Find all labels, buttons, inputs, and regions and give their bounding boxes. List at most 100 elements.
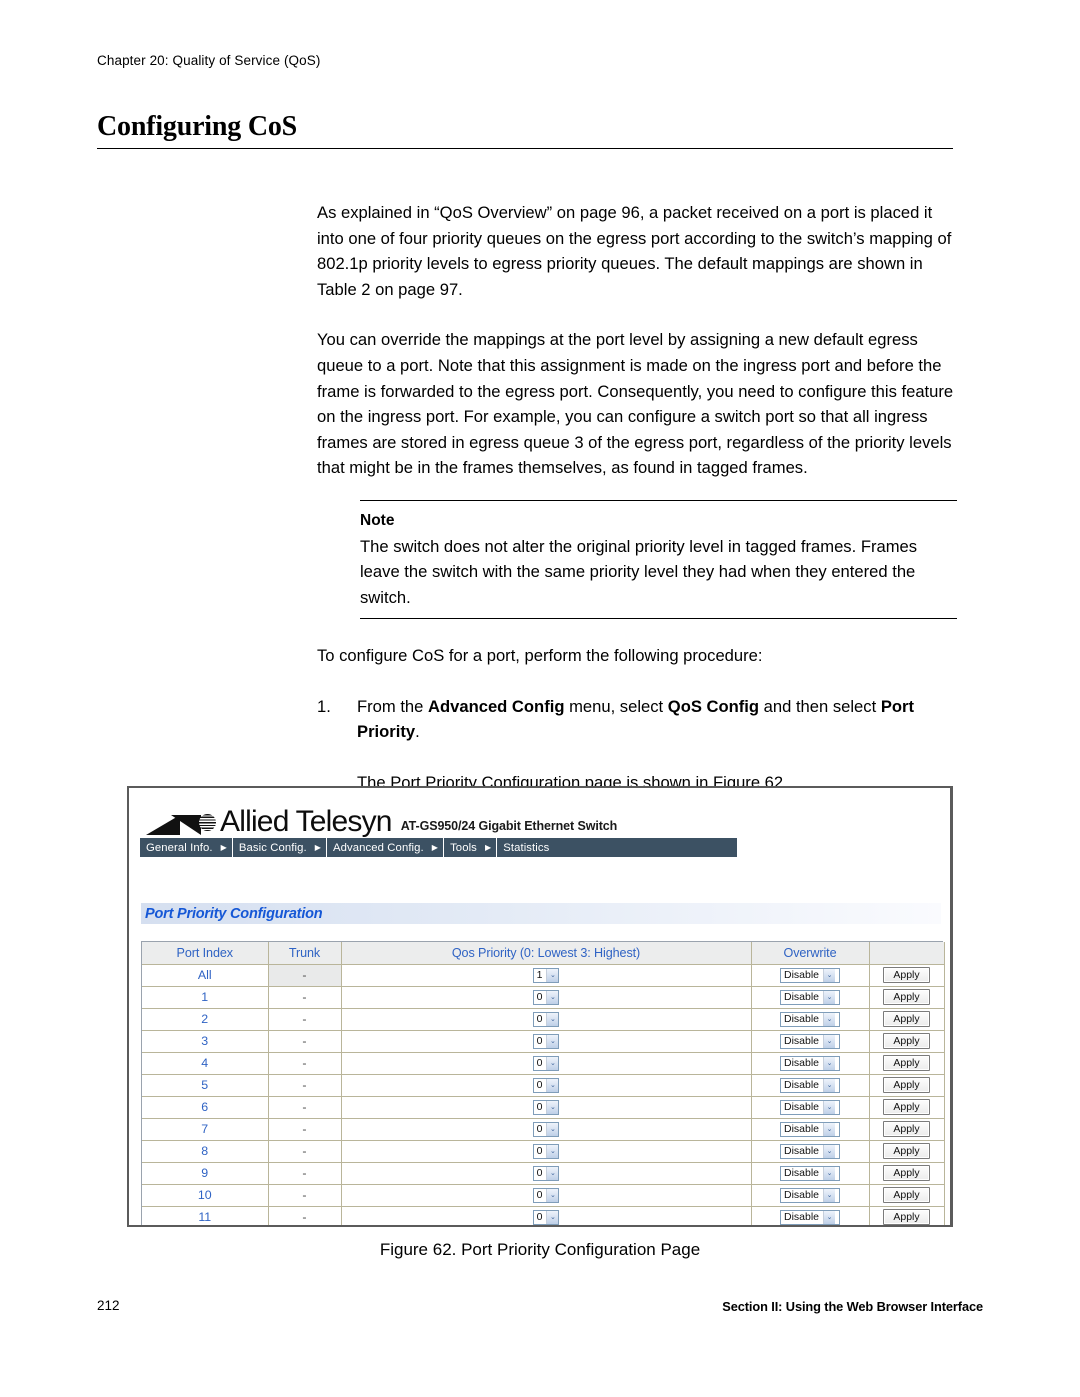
page-title: Configuring CoS <box>97 111 298 142</box>
chevron-down-icon[interactable]: ⌄ <box>823 1078 836 1092</box>
chevron-down-icon[interactable]: ⌄ <box>823 1210 836 1224</box>
overwrite-select[interactable]: Disable ⌄ <box>780 1055 840 1071</box>
chevron-down-icon[interactable]: ⌄ <box>546 1012 559 1026</box>
nav-item-basic-config[interactable]: Basic Config. ▶ <box>233 838 328 857</box>
cell-action: Apply <box>869 1206 945 1225</box>
qos-priority-select[interactable]: 1 ⌄ <box>532 967 560 983</box>
chevron-down-icon[interactable]: ⌄ <box>546 1100 559 1114</box>
apply-button[interactable]: Apply <box>883 1121 930 1137</box>
nav-item-advanced-config[interactable]: Advanced Config. ▶ <box>327 838 445 857</box>
cell-action: Apply <box>869 1140 945 1163</box>
overwrite-select[interactable]: Disable ⌄ <box>780 1077 840 1093</box>
nav-item-tools[interactable]: Tools ▶ <box>444 838 498 857</box>
qos-priority-select[interactable]: 0 ⌄ <box>532 1011 560 1027</box>
chevron-down-icon[interactable]: ⌄ <box>823 1188 836 1202</box>
overwrite-select[interactable]: Disable ⌄ <box>780 1187 840 1203</box>
chevron-down-icon[interactable]: ⌄ <box>546 1188 559 1202</box>
chevron-down-icon[interactable]: ⌄ <box>546 1122 559 1136</box>
qos-priority-select[interactable]: 0 ⌄ <box>532 1165 560 1181</box>
overwrite-select[interactable]: Disable ⌄ <box>780 1099 840 1115</box>
nav-item-general-info[interactable]: General Info. ▶ <box>140 838 233 857</box>
cell-overwrite: Disable ⌄ <box>751 1184 870 1207</box>
cell-overwrite: Disable ⌄ <box>751 1206 870 1225</box>
column-header-action <box>869 942 945 965</box>
chevron-down-icon[interactable]: ⌄ <box>546 1078 559 1092</box>
overwrite-select[interactable]: Disable ⌄ <box>780 967 840 983</box>
qos-priority-value: 0 <box>536 1056 543 1069</box>
chevron-down-icon[interactable]: ⌄ <box>823 1166 836 1180</box>
apply-button[interactable]: Apply <box>883 1033 930 1049</box>
chevron-down-icon[interactable]: ⌄ <box>546 990 559 1004</box>
apply-button[interactable]: Apply <box>883 1077 930 1093</box>
overwrite-select[interactable]: Disable ⌄ <box>780 1165 840 1181</box>
qos-priority-select[interactable]: 0 ⌄ <box>532 989 560 1005</box>
overwrite-select[interactable]: Disable ⌄ <box>780 1209 840 1225</box>
apply-button[interactable]: Apply <box>883 1055 930 1071</box>
qos-priority-select[interactable]: 0 ⌄ <box>532 1077 560 1093</box>
chevron-down-icon[interactable]: ⌄ <box>546 1034 559 1048</box>
cell-action: Apply <box>869 1030 945 1053</box>
cell-trunk: - <box>268 1206 342 1225</box>
overwrite-select[interactable]: Disable ⌄ <box>780 1033 840 1049</box>
cell-action: Apply <box>869 1184 945 1207</box>
cell-action: Apply <box>869 1052 945 1075</box>
cell-action: Apply <box>869 964 945 987</box>
chevron-down-icon[interactable]: ⌄ <box>546 1056 559 1070</box>
port-priority-table-wrapper: Port Index Trunk Qos Priority (0: Lowest… <box>141 941 945 1225</box>
chevron-down-icon[interactable]: ⌄ <box>823 968 836 982</box>
qos-priority-select[interactable]: 0 ⌄ <box>532 1099 560 1115</box>
qos-priority-select[interactable]: 0 ⌄ <box>532 1209 560 1225</box>
chevron-down-icon[interactable]: ⌄ <box>823 1144 836 1158</box>
apply-button[interactable]: Apply <box>883 989 930 1005</box>
chevron-down-icon[interactable]: ⌄ <box>823 1122 836 1136</box>
cell-action: Apply <box>869 986 945 1009</box>
chevron-right-icon: ▶ <box>314 842 322 852</box>
qos-priority-select[interactable]: 0 ⌄ <box>532 1033 560 1049</box>
nav-item-statistics[interactable]: Statistics <box>497 838 737 857</box>
qos-priority-value: 0 <box>536 1166 543 1179</box>
chevron-down-icon[interactable]: ⌄ <box>823 1034 836 1048</box>
chevron-down-icon[interactable]: ⌄ <box>546 1210 559 1224</box>
table-row: 9-0 ⌄ Disable ⌄ Apply <box>142 1162 945 1185</box>
qos-priority-select[interactable]: 0 ⌄ <box>532 1121 560 1137</box>
chevron-down-icon[interactable]: ⌄ <box>546 1166 559 1180</box>
cell-qos-priority: 0 ⌄ <box>341 1118 752 1141</box>
chevron-down-icon[interactable]: ⌄ <box>546 968 559 982</box>
apply-button[interactable]: Apply <box>883 1187 930 1203</box>
step-text-part-2: menu, select <box>564 696 668 716</box>
chevron-down-icon[interactable]: ⌄ <box>823 990 836 1004</box>
qos-priority-value: 0 <box>536 1100 543 1113</box>
qos-priority-select[interactable]: 0 ⌄ <box>532 1055 560 1071</box>
overwrite-value: Disable <box>784 990 820 1003</box>
qos-priority-select[interactable]: 0 ⌄ <box>532 1187 560 1203</box>
table-header-row: Port Index Trunk Qos Priority (0: Lowest… <box>142 942 945 965</box>
chevron-down-icon[interactable]: ⌄ <box>823 1100 836 1114</box>
overwrite-select[interactable]: Disable ⌄ <box>780 1143 840 1159</box>
apply-button[interactable]: Apply <box>883 967 930 983</box>
cell-port-index: 9 <box>142 1162 269 1185</box>
cell-trunk: - <box>268 1096 342 1119</box>
apply-button[interactable]: Apply <box>883 1165 930 1181</box>
chevron-down-icon[interactable]: ⌄ <box>823 1012 836 1026</box>
cell-qos-priority: 0 ⌄ <box>341 1030 752 1053</box>
apply-button[interactable]: Apply <box>883 1011 930 1027</box>
chevron-down-icon[interactable]: ⌄ <box>823 1056 836 1070</box>
chevron-right-icon: ▶ <box>220 842 227 852</box>
overwrite-select[interactable]: Disable ⌄ <box>780 1011 840 1027</box>
cell-trunk: - <box>268 964 342 987</box>
table-row: 1-0 ⌄ Disable ⌄ Apply <box>142 986 945 1009</box>
overwrite-select[interactable]: Disable ⌄ <box>780 989 840 1005</box>
table-row: 3-0 ⌄ Disable ⌄ Apply <box>142 1030 945 1053</box>
qos-priority-value: 0 <box>536 1188 543 1201</box>
qos-priority-select[interactable]: 0 ⌄ <box>532 1143 560 1159</box>
overwrite-select[interactable]: Disable ⌄ <box>780 1121 840 1137</box>
apply-button[interactable]: Apply <box>883 1099 930 1115</box>
table-row: 8-0 ⌄ Disable ⌄ Apply <box>142 1140 945 1163</box>
cell-trunk: - <box>268 1118 342 1141</box>
chevron-down-icon[interactable]: ⌄ <box>546 1144 559 1158</box>
procedure-block: To configure CoS for a port, perform the… <box>317 643 957 795</box>
nav-label-advanced-config: Advanced Config. <box>333 841 424 854</box>
main-navigation-bar[interactable]: General Info. ▶ Basic Config. ▶ Advanced… <box>140 838 737 857</box>
apply-button[interactable]: Apply <box>883 1143 930 1159</box>
apply-button[interactable]: Apply <box>883 1209 930 1225</box>
